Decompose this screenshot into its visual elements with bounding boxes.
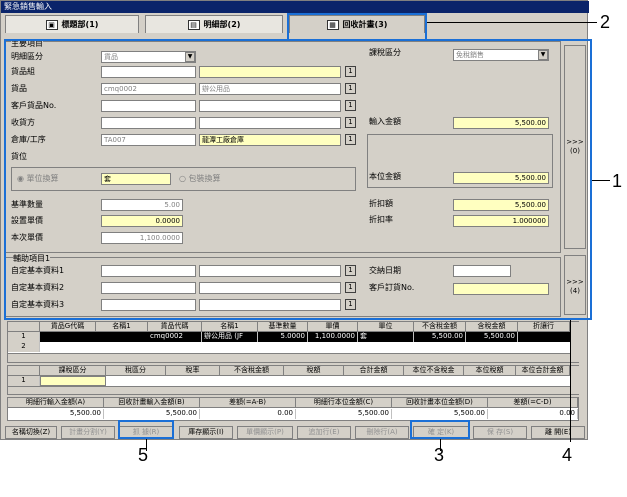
grid1-header-3: 貨品代碼 — [148, 322, 202, 332]
grid2-header-9: 本位合計金額 — [516, 366, 570, 376]
grid2-header-6: 合計金額 — [344, 366, 404, 376]
exit-button[interactable]: 離 開(E) — [531, 426, 585, 439]
callout-box-2 — [287, 13, 427, 41]
grid2-header-5: 稅額 — [284, 366, 344, 376]
callout-number-1: 1 — [612, 171, 623, 191]
grid2-header-3: 稅率 — [166, 366, 220, 376]
detail-grid[interactable]: 貨品G代碼 名稱1 貨品代碼 名稱1 基準數量 單價 單位 不含稅金額 含稅金額… — [7, 321, 579, 363]
plan-split-button[interactable]: 計畫分割(Y) — [61, 426, 115, 439]
total-header-5: 差額(=C-D) — [488, 398, 578, 408]
delete-row-button[interactable]: 刪除行(A) — [355, 426, 409, 439]
tab-detail-label: 明細部(2) — [203, 19, 241, 29]
grid2-header-0 — [8, 366, 40, 376]
grid1-header-1: 貨品G代碼 — [40, 322, 96, 332]
grid1-header-2: 名稱1 — [96, 322, 148, 332]
grid1-header-10: 折讓行 — [518, 322, 570, 332]
save-button[interactable]: 保 存(S) — [473, 426, 527, 439]
table-cell: 5,500.00 — [414, 332, 466, 342]
total-header-3: 明細行本位金額(C) — [296, 398, 392, 408]
total-value-0: 5,500.00 — [8, 409, 104, 419]
table-cell: 套 — [358, 332, 414, 342]
callout-number-5: 5 — [138, 445, 149, 465]
stock-display-button[interactable]: 庫存顯示(I) — [179, 426, 233, 439]
table-cell[interactable] — [40, 376, 106, 386]
window-title: 緊急銷售輸入 — [1, 1, 589, 13]
callout-number-2: 2 — [600, 12, 611, 32]
horizontal-scrollbar[interactable] — [8, 353, 570, 362]
horizontal-scrollbar[interactable] — [8, 386, 570, 394]
total-value-3: 5,500.00 — [296, 409, 392, 419]
leader-line-2 — [427, 22, 597, 23]
callout-number-3: 3 — [434, 445, 445, 465]
grid1-header-4: 名稱1 — [202, 322, 258, 332]
table-cell: 5.0000 — [258, 332, 308, 342]
grid2-header-8: 本位稅額 — [464, 366, 516, 376]
total-header-4: 回收計畫本位金額(D) — [392, 398, 488, 408]
add-row-button[interactable]: 追加行(E) — [297, 426, 351, 439]
table-row[interactable]: 2 — [8, 342, 570, 352]
callout-box-5 — [118, 420, 174, 439]
totals-bar: 明細行輸入金額(A) 回收計畫輸入金額(B) 差額(=A-B) 明細行本位金額(… — [7, 397, 579, 421]
total-value-1: 5,500.00 — [104, 409, 200, 419]
grid2-header-4: 不含稅金額 — [220, 366, 284, 376]
total-header-2: 差額(=A-B) — [200, 398, 296, 408]
grid1-header-9: 含稅金額 — [466, 322, 518, 332]
callout-number-4: 4 — [562, 445, 573, 465]
table-cell: 5,500.00 — [466, 332, 518, 342]
table-cell: 1,100.0000 — [308, 332, 358, 342]
callout-box-3 — [410, 420, 470, 439]
book-icon: ▣ — [45, 19, 58, 30]
leader-line-4 — [570, 320, 571, 442]
callout-box-1 — [4, 39, 592, 320]
table-cell: cmq0002 — [148, 332, 202, 342]
row-number: 1 — [8, 376, 40, 386]
document-icon: ▤ — [187, 19, 200, 30]
grid2-header-1: 課稅區分 — [40, 366, 106, 376]
grid1-header-6: 單價 — [308, 322, 358, 332]
name-switch-button[interactable]: 名稱切換(Z) — [5, 426, 57, 439]
grid2-header-2: 稅區分 — [106, 366, 166, 376]
price-display-button[interactable]: 單價顯示(P) — [237, 426, 293, 439]
vertical-scrollbar[interactable] — [570, 366, 579, 394]
grid1-header-0 — [8, 322, 40, 332]
tax-grid[interactable]: 課稅區分 稅區分 稅率 不含稅金額 稅額 合計金額 本位不含稅金 本位稅額 本位… — [7, 365, 579, 395]
total-value-4: 5,500.00 — [392, 409, 488, 419]
tab-header-label: 標題部(1) — [61, 19, 99, 29]
leader-line-1 — [592, 180, 610, 181]
vertical-scrollbar[interactable] — [570, 322, 579, 362]
tab-detail[interactable]: ▤ 明細部(2) — [145, 15, 283, 33]
row-number: 1 — [8, 332, 40, 342]
table-row[interactable]: 1 — [8, 376, 570, 386]
grid1-header-5: 基準數量 — [258, 322, 308, 332]
total-header-0: 明細行輸入金額(A) — [8, 398, 104, 408]
grid1-header-8: 不含稅金額 — [414, 322, 466, 332]
grid2-header-7: 本位不含稅金 — [404, 366, 464, 376]
total-value-2: 0.00 — [200, 409, 296, 419]
total-header-1: 回收計畫輸入金額(B) — [104, 398, 200, 408]
table-cell: 辦公用品 (JF — [202, 332, 258, 342]
table-row[interactable]: 1 cmq0002 辦公用品 (JF 5.0000 1,100.0000 套 5… — [8, 332, 570, 342]
row-number: 2 — [8, 342, 40, 352]
grid1-header-7: 單位 — [358, 322, 414, 332]
total-value-5: 0.00 — [488, 409, 578, 419]
tab-header[interactable]: ▣ 標題部(1) — [5, 15, 139, 33]
